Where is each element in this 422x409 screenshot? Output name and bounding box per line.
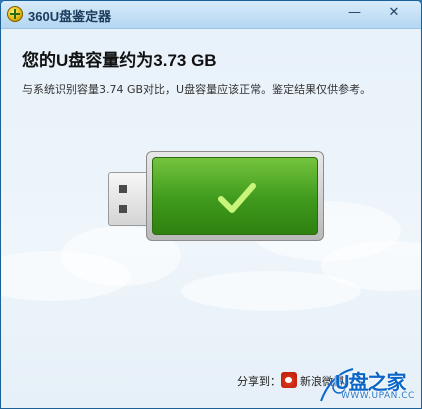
share-label: 分享到： — [237, 375, 281, 388]
sina-weibo-icon[interactable] — [281, 372, 297, 388]
app-window: 360U盘鉴定器 — ✕ 您的U盘容量约为3.73 GB 与系统识别容量3.74… — [0, 0, 422, 409]
close-icon: ✕ — [388, 5, 400, 20]
connector-hole — [119, 205, 127, 213]
capacity-headline: 您的U盘容量约为3.73 GB — [22, 51, 217, 70]
minimize-icon: — — [348, 5, 361, 20]
connector-hole — [119, 185, 127, 193]
watermark-url: WWW.UPAN.CC — [341, 391, 415, 401]
close-button[interactable]: ✕ — [373, 3, 415, 23]
window-title: 360U盘鉴定器 — [28, 9, 112, 24]
usb-drive-illustration — [106, 151, 326, 243]
title-bar[interactable]: 360U盘鉴定器 — ✕ — [1, 1, 421, 29]
capacity-detail: 与系统识别容量3.74 GB对比，U盘容量应该正常。鉴定结果仅供参考。 — [22, 83, 372, 96]
minimize-button[interactable]: — — [342, 3, 367, 23]
app-logo-icon — [7, 6, 23, 22]
background-cloud — [181, 271, 361, 311]
check-icon — [218, 183, 256, 213]
watermark-logo: U盘之家 WWW.UPAN.CC — [317, 365, 421, 408]
